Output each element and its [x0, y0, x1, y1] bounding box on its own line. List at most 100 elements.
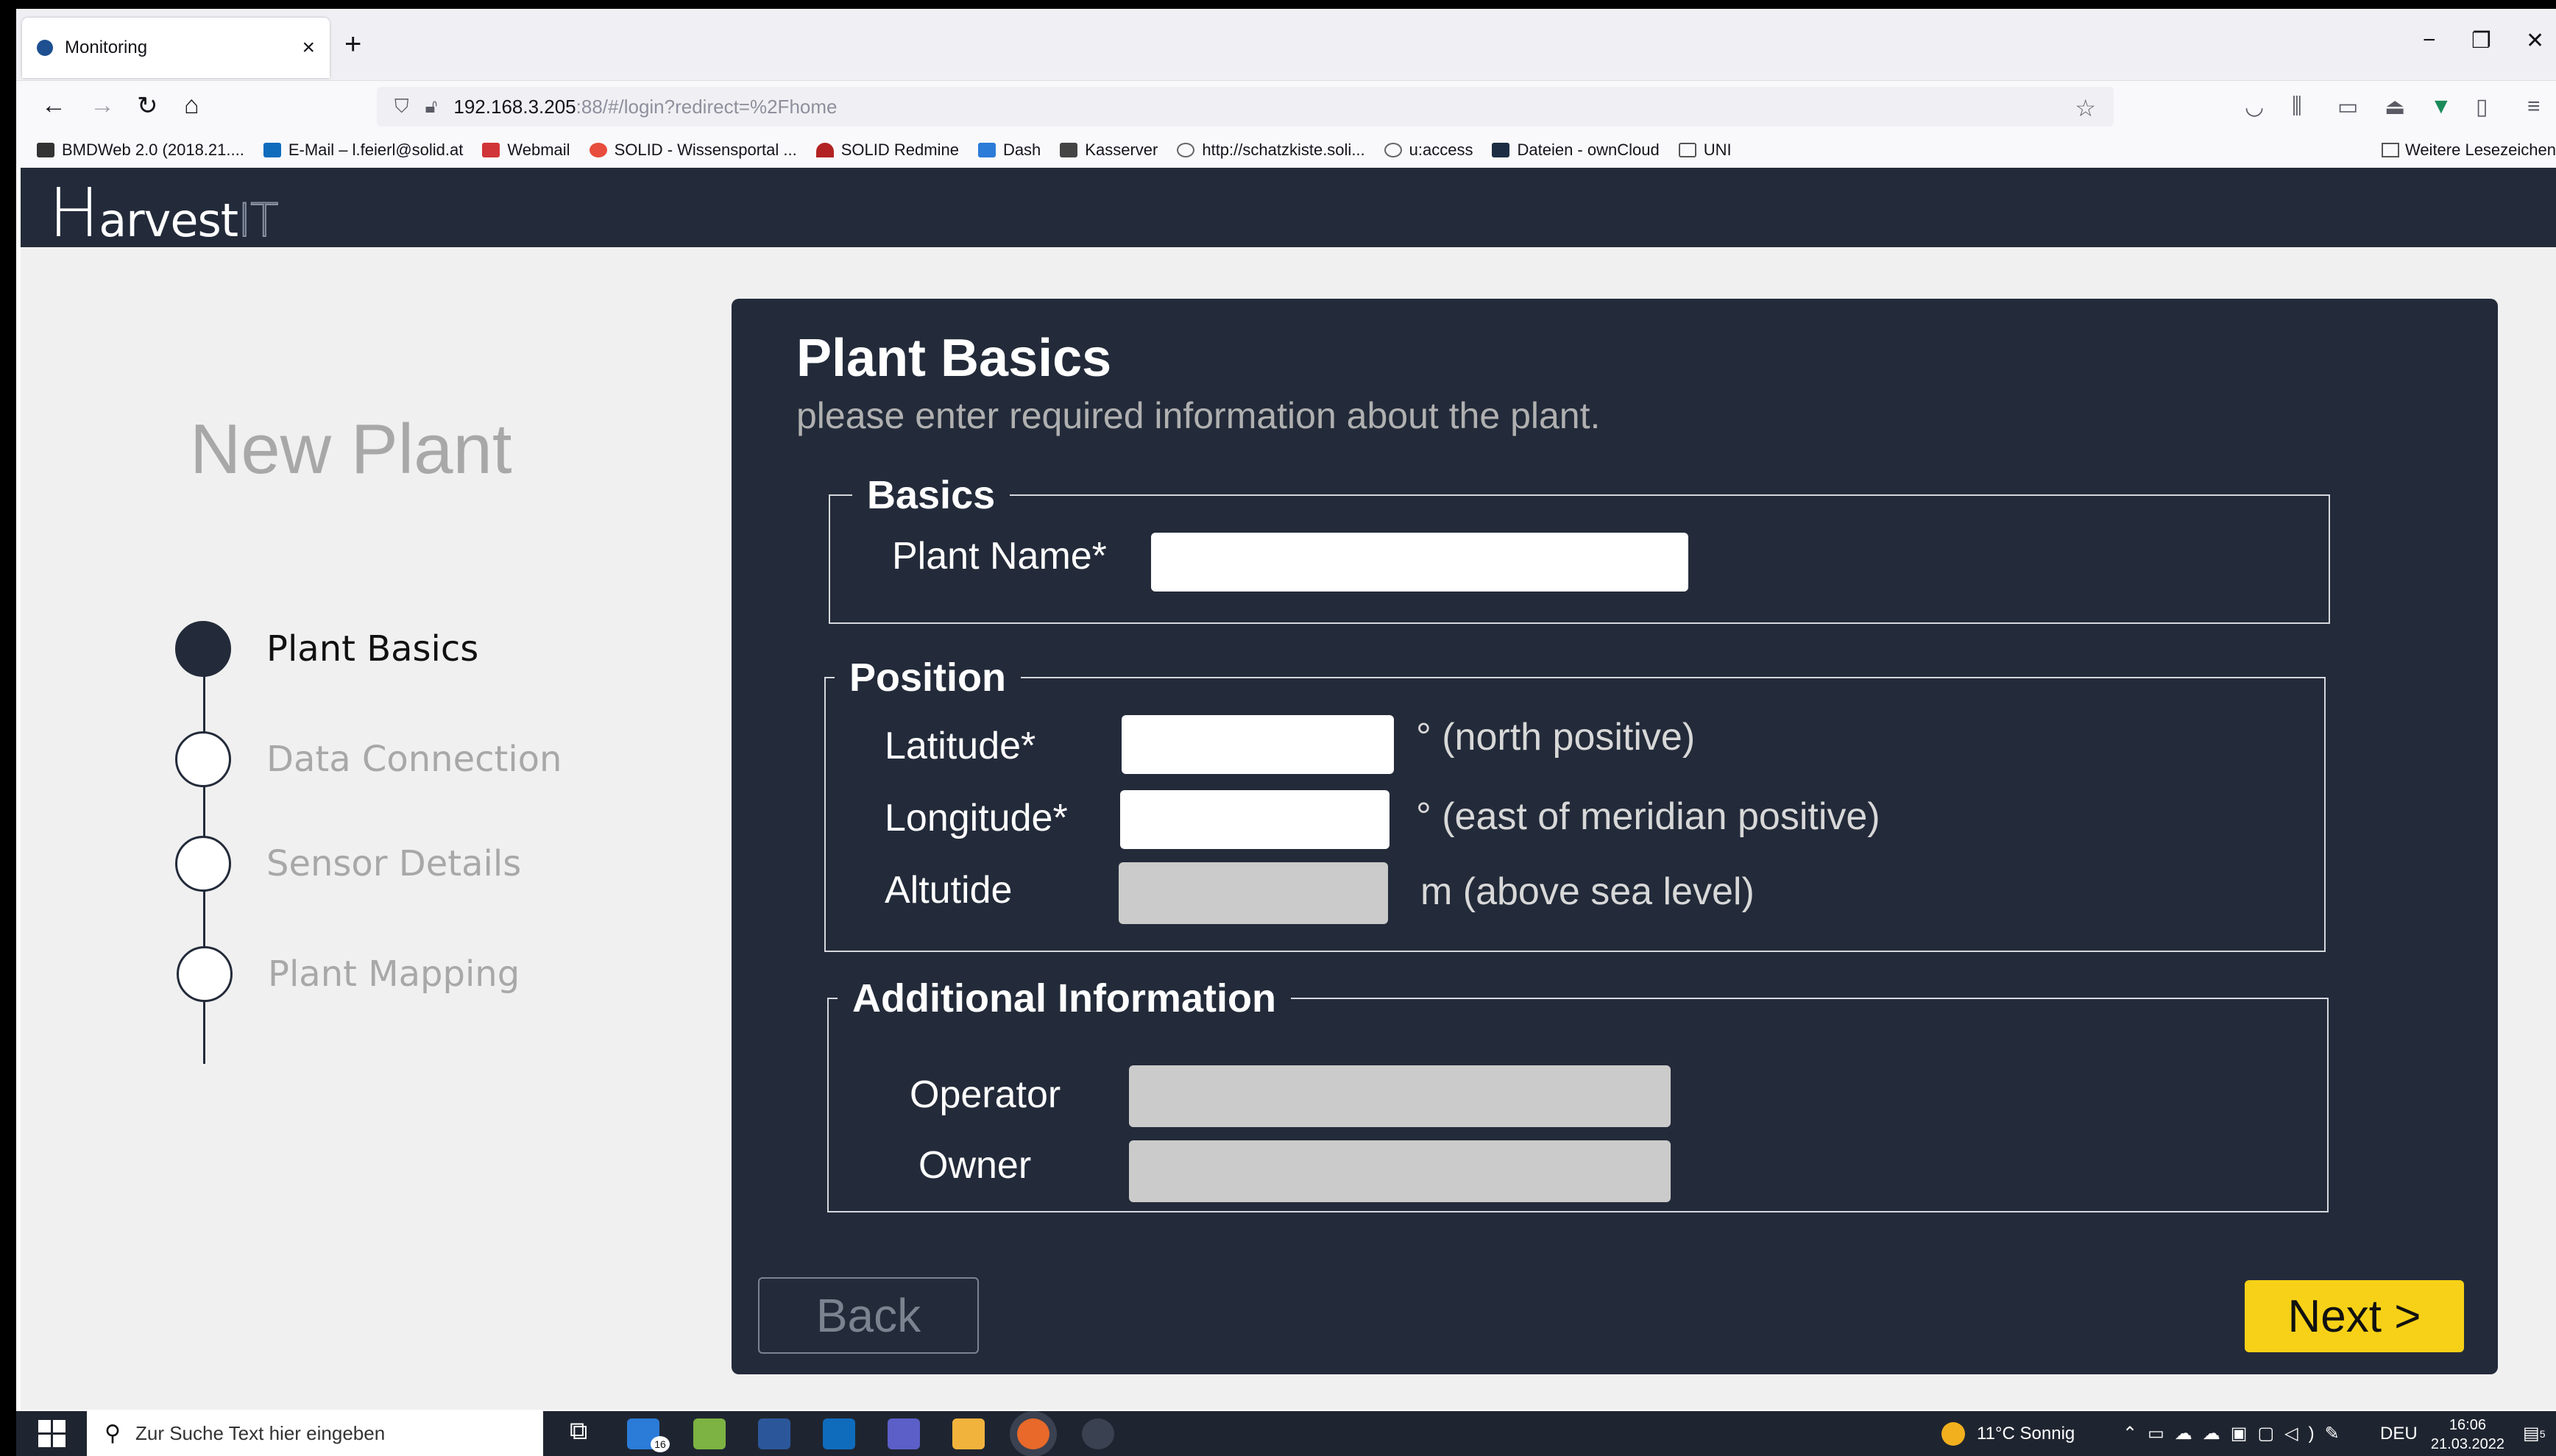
longitude-unit: ° (east of meridian positive) [1416, 795, 1880, 838]
bookmark-item[interactable]: http://schatzkiste.soli... [1177, 141, 1365, 160]
outlook-icon [263, 143, 281, 157]
browser-window: Monitoring × + − ❐ ✕ ← → ↻ ⌂ ⛉ 🔓︎ 192.16… [16, 9, 2556, 1456]
step-active-circle [175, 621, 231, 677]
app-header: HarvestIT [21, 168, 2556, 252]
form-subtitle: please enter required information about … [796, 395, 1601, 436]
vue-devtools-icon[interactable]: ▼ [2430, 94, 2452, 119]
reload-icon[interactable]: ↻ [137, 91, 158, 121]
weather-widget[interactable]: 11°C Sonnig [1941, 1411, 2075, 1456]
redmine-icon [815, 143, 834, 157]
wiki-icon [589, 143, 607, 157]
insecure-lock-icon[interactable]: 🔓︎ [425, 95, 438, 118]
bookmark-item[interactable]: Dateien - ownCloud [1492, 141, 1660, 160]
windows-taskbar: ⚲ Zur Suche Text hier eingeben ⧉ 16 11°C… [16, 1411, 2556, 1456]
folder-icon [2381, 143, 2399, 157]
step-label: Plant Mapping [268, 953, 520, 995]
address-bar[interactable]: ⛉ 🔓︎ 192.168.3.205:88/#/login?redirect=%… [377, 87, 2114, 127]
taskbar-search-input[interactable]: ⚲ Zur Suche Text hier eingeben [87, 1411, 543, 1456]
forward-arrow-icon[interactable]: → [90, 91, 115, 120]
search-placeholder: Zur Suche Text hier eingeben [135, 1422, 386, 1444]
bookmark-item[interactable]: Dash [977, 141, 1041, 160]
harvestit-logo[interactable]: HarvestIT [49, 174, 279, 252]
operator-input[interactable] [1129, 1065, 1671, 1127]
notes-icon[interactable] [693, 1418, 726, 1449]
bookmark-favicon-icon [37, 143, 54, 157]
bookmark-item[interactable]: Webmail [482, 141, 570, 160]
altitude-input[interactable] [1119, 862, 1388, 924]
bookmark-item[interactable]: UNI [1678, 141, 1732, 160]
sidebar-icon[interactable]: ▭ [2337, 94, 2358, 120]
back-button[interactable]: Back [758, 1277, 979, 1354]
globe-icon [1177, 143, 1195, 157]
step-data-connection[interactable]: Data Connection [175, 731, 562, 787]
home-icon[interactable]: ⌂ [184, 91, 199, 120]
longitude-label: Longitude* [885, 797, 1068, 839]
windows-start-icon[interactable] [38, 1420, 66, 1448]
task-view-icon[interactable]: ⧉ [570, 1417, 602, 1448]
new-tab-button[interactable]: + [344, 29, 361, 59]
folder-icon [1678, 143, 1696, 157]
url-path: :88/#/login?redirect=%2Fhome [576, 95, 838, 118]
firefox-icon[interactable] [1017, 1418, 1049, 1449]
sun-icon [1941, 1421, 1965, 1446]
download-icon[interactable]: ⏏ [2385, 94, 2405, 120]
latitude-input[interactable] [1122, 715, 1394, 774]
bookmark-item[interactable]: u:access [1384, 141, 1473, 160]
latitude-unit: ° (north positive) [1416, 716, 1696, 759]
minimize-icon[interactable]: − [2423, 28, 2436, 53]
plant-name-input[interactable] [1151, 533, 1688, 592]
step-label: Sensor Details [266, 843, 522, 884]
menu-icon[interactable]: ≡ [2527, 94, 2541, 119]
page-content: New Plant Plant Basics Data Connection S… [21, 247, 2556, 1410]
step-sensor-details[interactable]: Sensor Details [175, 836, 521, 892]
system-tray-icons[interactable]: ⌃▭☁☁▣▢◁)✎ [2123, 1411, 2350, 1456]
position-legend: Position [849, 656, 1006, 700]
form-title: Plant Basics [796, 329, 1112, 388]
back-arrow-icon[interactable]: ← [41, 91, 66, 120]
next-button[interactable]: Next > [2245, 1280, 2464, 1352]
bookmark-item[interactable]: E-Mail – l.feierl@solid.at [263, 141, 463, 160]
globe-icon [1384, 143, 1402, 157]
app-icon[interactable] [1082, 1418, 1114, 1449]
shield-icon[interactable]: ⛉ [394, 95, 409, 118]
step-label: Plant Basics [266, 628, 479, 670]
operator-label: Operator [910, 1073, 1061, 1116]
clock[interactable]: 16:06 21.03.2022 [2431, 1416, 2504, 1454]
word-icon[interactable] [758, 1418, 790, 1449]
bookmark-item[interactable]: SOLID - Wissensportal ... [589, 141, 797, 160]
kasserver-icon [1060, 143, 1078, 157]
language-indicator[interactable]: DEU [2380, 1411, 2418, 1456]
step-circle [177, 946, 233, 1002]
altitude-label: Altutide [885, 869, 1013, 912]
step-plant-basics[interactable]: Plant Basics [175, 621, 478, 677]
library-icon[interactable]: ⫼ [2292, 94, 2302, 119]
window-close-icon[interactable]: ✕ [2526, 28, 2544, 54]
other-bookmarks[interactable]: Weitere Lesezeichen [2381, 132, 2556, 168]
file-explorer-icon[interactable] [952, 1418, 985, 1449]
longitude-input[interactable] [1120, 790, 1389, 849]
step-circle [175, 731, 231, 787]
tab-bar: Monitoring × + − ❐ ✕ [16, 9, 2556, 81]
altitude-unit: m (above sea level) [1420, 870, 1755, 913]
teams-icon[interactable] [888, 1418, 920, 1449]
step-plant-mapping[interactable]: Plant Mapping [177, 946, 520, 1002]
outlook-icon[interactable] [823, 1418, 855, 1449]
cloud-icon [1492, 143, 1510, 157]
bookmark-star-icon[interactable]: ☆ [2075, 94, 2096, 122]
bookmark-item[interactable]: SOLID Redmine [815, 141, 959, 160]
plant-name-label: Plant Name* [892, 535, 1107, 578]
page-title: New Plant [190, 410, 512, 489]
tab-close-icon[interactable]: × [302, 35, 315, 60]
restore-icon[interactable]: ❐ [2471, 28, 2491, 54]
bookmark-item[interactable]: BMDWeb 2.0 (2018.21.... [37, 141, 244, 160]
step-circle [175, 836, 231, 892]
notification-center-icon[interactable]: ▤ 5 [2523, 1411, 2545, 1456]
bookmark-item[interactable]: Kasserver [1060, 141, 1158, 160]
additional-info-legend: Additional Information [852, 976, 1276, 1020]
tab-monitoring[interactable]: Monitoring × [22, 18, 330, 78]
webmail-icon [482, 143, 500, 157]
pocket-icon[interactable]: ◡ [2245, 94, 2264, 120]
owner-label: Owner [918, 1144, 1032, 1187]
owner-input[interactable] [1129, 1140, 1671, 1202]
reader-icon[interactable]: ▯ [2476, 94, 2488, 120]
